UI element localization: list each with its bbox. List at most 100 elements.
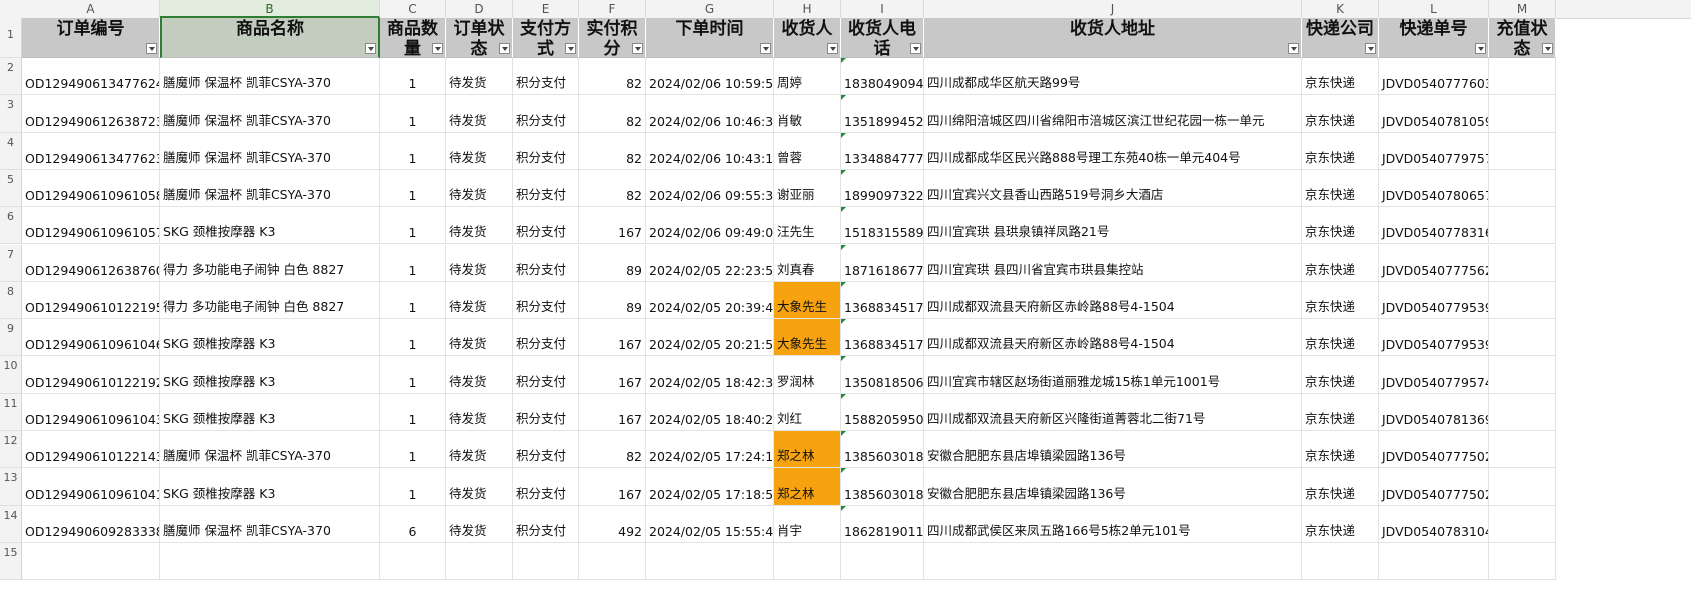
column-letter-k[interactable]: K xyxy=(1302,0,1379,18)
cell-qty[interactable]: 1 xyxy=(380,244,446,282)
cell-payment[interactable]: 积分支付 xyxy=(513,393,579,431)
cell-tracking[interactable]: JDVD05407795396 xyxy=(1379,281,1489,320)
row-number[interactable]: 10 xyxy=(0,356,22,394)
cell-payment[interactable]: 积分支付 xyxy=(513,431,579,469)
cell-payment[interactable]: 积分支付 xyxy=(513,58,579,96)
cell-time[interactable]: 2024/02/06 10:46:34 xyxy=(646,95,774,133)
cell-payment[interactable]: 积分支付 xyxy=(513,95,579,133)
cell-address[interactable]: 四川宜宾珙 县珙泉镇祥凤路21号 xyxy=(924,207,1302,245)
cell-tracking[interactable]: JDVD05407831048 xyxy=(1379,505,1489,543)
cell-recharge-status[interactable] xyxy=(1489,58,1556,96)
row-number[interactable]: 11 xyxy=(0,393,22,431)
cell-qty[interactable]: 1 xyxy=(380,169,446,208)
cell-points[interactable]: 167 xyxy=(579,468,646,506)
cell-empty[interactable] xyxy=(446,542,513,581)
cell-phone[interactable]: 18380490944 xyxy=(841,58,924,96)
cell-empty[interactable] xyxy=(1379,542,1489,581)
cell-receiver[interactable]: 刘真春 xyxy=(774,244,841,282)
filter-dropdown-icon[interactable] xyxy=(565,43,576,54)
cell-empty[interactable] xyxy=(1302,542,1379,581)
cell-product[interactable]: SKG 颈椎按摩器 K3 xyxy=(160,356,380,394)
cell-phone[interactable]: 13856030183 xyxy=(841,431,924,469)
cell-points[interactable]: 82 xyxy=(579,169,646,208)
row-number[interactable]: 2 xyxy=(0,58,22,96)
cell-payment[interactable]: 积分支付 xyxy=(513,356,579,394)
header-cell[interactable]: 商品数量 xyxy=(380,18,446,58)
cell-empty[interactable] xyxy=(579,542,646,581)
cell-tracking[interactable]: JDVD05407813694 xyxy=(1379,393,1489,431)
cell-product[interactable]: 膳魔师 保温杯 凯菲CSYA-370 xyxy=(160,58,380,96)
cell-status[interactable]: 待发货 xyxy=(446,169,513,208)
cell-time[interactable]: 2024/02/05 22:23:57 xyxy=(646,244,774,282)
cell-points[interactable]: 82 xyxy=(579,132,646,170)
cell-empty[interactable] xyxy=(160,542,380,581)
cell-receiver[interactable]: 郑之林 xyxy=(774,431,841,469)
cell-address[interactable]: 四川成都双流县天府新区赤岭路88号4-1504 xyxy=(924,281,1302,320)
cell-qty[interactable]: 1 xyxy=(380,58,446,96)
header-cell[interactable]: 快递公司 xyxy=(1302,18,1379,58)
cell-recharge-status[interactable] xyxy=(1489,356,1556,394)
cell-points[interactable]: 492 xyxy=(579,505,646,543)
cell-phone[interactable]: 13688345176 xyxy=(841,319,924,357)
cell-time[interactable]: 2024/02/05 20:39:45 xyxy=(646,281,774,320)
row-number[interactable]: 14 xyxy=(0,505,22,543)
cell-qty[interactable]: 1 xyxy=(380,393,446,431)
cell-time[interactable]: 2024/02/06 09:55:39 xyxy=(646,169,774,208)
cell-time[interactable]: 2024/02/06 10:59:51 xyxy=(646,58,774,96)
cell-time[interactable]: 2024/02/05 18:42:32 xyxy=(646,356,774,394)
cell-empty[interactable] xyxy=(774,542,841,581)
cell-recharge-status[interactable] xyxy=(1489,95,1556,133)
cell-receiver[interactable]: 曾蓉 xyxy=(774,132,841,170)
cell-qty[interactable]: 1 xyxy=(380,431,446,469)
cell-recharge-status[interactable] xyxy=(1489,393,1556,431)
row-number[interactable]: 3 xyxy=(0,95,22,133)
header-cell[interactable]: 订单状态 xyxy=(446,18,513,58)
cell-status[interactable]: 待发货 xyxy=(446,58,513,96)
cell-phone[interactable]: 13518994520 xyxy=(841,95,924,133)
cell-recharge-status[interactable] xyxy=(1489,281,1556,320)
cell-points[interactable]: 167 xyxy=(579,356,646,394)
filter-dropdown-icon[interactable] xyxy=(499,43,510,54)
filter-dropdown-icon[interactable] xyxy=(1288,43,1299,54)
cell-courier[interactable]: 京东快递 xyxy=(1302,132,1379,170)
cell-order-id[interactable]: OD1294906101221923 xyxy=(22,356,160,394)
cell-status[interactable]: 待发货 xyxy=(446,505,513,543)
cell-order-id[interactable]: OD1294906126387609 xyxy=(22,244,160,282)
cell-receiver[interactable]: 肖宇 xyxy=(774,505,841,543)
cell-empty[interactable] xyxy=(924,542,1302,581)
cell-recharge-status[interactable] xyxy=(1489,319,1556,357)
cell-courier[interactable]: 京东快递 xyxy=(1302,169,1379,208)
cell-empty[interactable] xyxy=(22,542,160,581)
cell-recharge-status[interactable] xyxy=(1489,468,1556,506)
header-cell[interactable]: 下单时间 xyxy=(646,18,774,58)
cell-status[interactable]: 待发货 xyxy=(446,319,513,357)
cell-time[interactable]: 2024/02/05 17:18:53 xyxy=(646,468,774,506)
cell-address[interactable]: 四川宜宾兴文县香山西路519号洞乡大酒店 xyxy=(924,169,1302,208)
cell-points[interactable]: 167 xyxy=(579,207,646,245)
cell-points[interactable]: 89 xyxy=(579,244,646,282)
cell-recharge-status[interactable] xyxy=(1489,431,1556,469)
cell-status[interactable]: 待发货 xyxy=(446,95,513,133)
filter-dropdown-icon[interactable] xyxy=(146,43,157,54)
cell-payment[interactable]: 积分支付 xyxy=(513,281,579,320)
filter-dropdown-icon[interactable] xyxy=(760,43,771,54)
cell-courier[interactable]: 京东快递 xyxy=(1302,244,1379,282)
cell-product[interactable]: 膳魔师 保温杯 凯菲CSYA-370 xyxy=(160,431,380,469)
cell-points[interactable]: 167 xyxy=(579,393,646,431)
column-letter-e[interactable]: E xyxy=(513,0,579,18)
cell-qty[interactable]: 1 xyxy=(380,468,446,506)
header-cell[interactable]: 充值状态 xyxy=(1489,18,1556,58)
cell-status[interactable]: 待发货 xyxy=(446,132,513,170)
row-number[interactable]: 8 xyxy=(0,281,22,320)
cell-courier[interactable]: 京东快递 xyxy=(1302,207,1379,245)
column-letter-l[interactable]: L xyxy=(1379,0,1489,18)
cell-receiver[interactable]: 罗润林 xyxy=(774,356,841,394)
cell-address[interactable]: 四川成都成华区民兴路888号理工东苑40栋一单元404号 xyxy=(924,132,1302,170)
cell-qty[interactable]: 6 xyxy=(380,505,446,543)
cell-order-id[interactable]: OD1294906126387239 xyxy=(22,95,160,133)
row-number[interactable]: 15 xyxy=(0,542,22,581)
cell-tracking[interactable]: JDVD05407797573 xyxy=(1379,132,1489,170)
cell-product[interactable]: 膳魔师 保温杯 凯菲CSYA-370 xyxy=(160,95,380,133)
cell-recharge-status[interactable] xyxy=(1489,207,1556,245)
cell-qty[interactable]: 1 xyxy=(380,95,446,133)
